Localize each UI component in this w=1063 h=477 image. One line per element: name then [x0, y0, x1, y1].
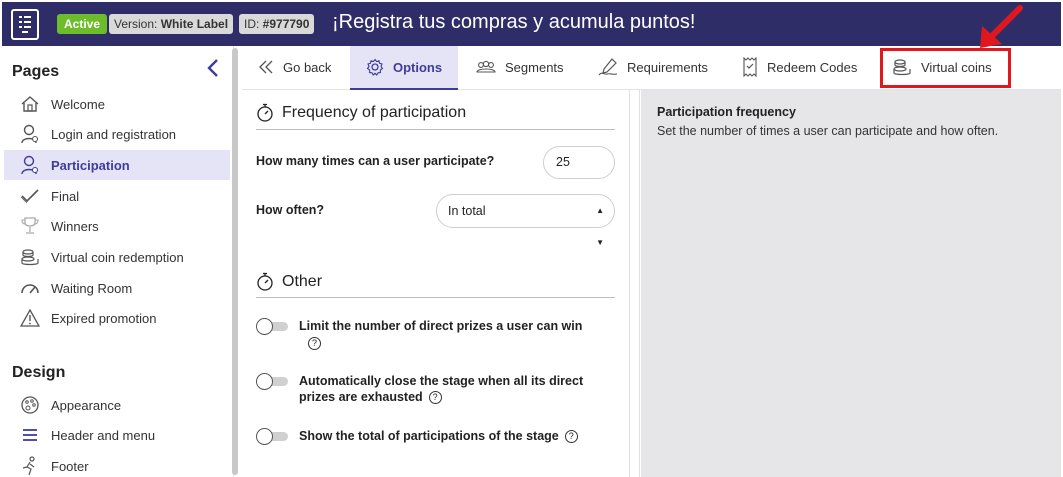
- sidebar-item-label: Winners: [51, 218, 99, 234]
- sidebar-item-login[interactable]: Login and registration: [4, 119, 230, 149]
- checkmark-icon: [20, 186, 40, 206]
- sidebar-item-participation[interactable]: Participation: [4, 150, 230, 180]
- sidebar-item-final[interactable]: Final: [4, 181, 230, 211]
- form-doc-icon[interactable]: [11, 9, 39, 40]
- sidebar-item-welcome[interactable]: Welcome: [4, 89, 230, 119]
- sidebar-item-label: Virtual coin redemption: [51, 249, 184, 265]
- toggle-row-auto-close: Automatically close the stage when all i…: [256, 373, 616, 409]
- user-check-icon: [20, 155, 40, 175]
- sidebar-item-label: Final: [51, 188, 80, 204]
- coins-icon: [20, 247, 40, 267]
- palette-icon: [20, 395, 40, 415]
- home-icon: [20, 94, 40, 114]
- menu-icon: [20, 425, 40, 445]
- sidebar: Pages Welcome Login and registration Par…: [2, 46, 234, 477]
- how-often-label: How often?: [256, 203, 325, 217]
- help-icon[interactable]: ?: [308, 337, 321, 351]
- form-panel: Frequency of participation How many time…: [242, 90, 629, 477]
- sidebar-item-label: Header and menu: [51, 427, 156, 443]
- sidebar-scrollbar[interactable]: [232, 48, 238, 475]
- help-panel: Participation frequency Set the number o…: [641, 90, 1061, 477]
- tab-label: Options: [393, 59, 443, 75]
- sidebar-item-footer[interactable]: Footer: [4, 451, 230, 477]
- chevron-left-icon: [207, 59, 218, 77]
- toggle-row-limit-prizes: Limit the number of direct prizes a user…: [256, 318, 616, 354]
- sidebar-item-label: Waiting Room: [51, 280, 133, 296]
- frequency-section-title: Frequency of participation: [256, 103, 466, 123]
- section-title-text: Other: [282, 273, 323, 290]
- footer-icon: [20, 456, 40, 476]
- sidebar-item-expired-promotion[interactable]: Expired promotion: [4, 303, 230, 333]
- tab-label: Segments: [505, 59, 564, 75]
- gear-icon: [366, 58, 384, 76]
- divider: [256, 297, 615, 298]
- receipt-icon: [742, 57, 758, 77]
- sidebar-item-winners[interactable]: Winners: [4, 211, 230, 241]
- times-label: How many times can a user participate?: [256, 154, 495, 168]
- tab-label: Go back: [283, 59, 332, 75]
- toggle-row-show-total: Show the total of participations of the …: [256, 428, 616, 448]
- sidebar-item-label: Welcome: [51, 96, 105, 112]
- divider: [256, 129, 615, 130]
- form-scrollbar[interactable]: [629, 90, 640, 477]
- other-section-title: Other: [256, 272, 322, 292]
- status-badge: Active: [57, 14, 108, 34]
- toggle-label: Limit the number of direct prizes a user…: [299, 319, 583, 333]
- trophy-icon: [20, 216, 40, 236]
- id-badge: ID: #977790: [239, 14, 315, 34]
- version-value: White Label: [160, 17, 229, 31]
- id-value: #977790: [262, 17, 310, 31]
- how-often-value: In total: [448, 204, 486, 218]
- sidebar-item-appearance[interactable]: Appearance: [4, 390, 230, 420]
- sidebar-item-virtual-coin-redemption[interactable]: Virtual coin redemption: [4, 242, 230, 272]
- sidebar-item-label: Appearance: [51, 397, 122, 413]
- promotion-title: ¡Registra tus compras y acumula puntos!: [332, 11, 696, 33]
- limit-prizes-toggle[interactable]: [256, 318, 290, 335]
- signature-icon: [598, 58, 618, 76]
- section-title-text: Frequency of participation: [282, 104, 467, 121]
- sidebar-item-label: Expired promotion: [51, 310, 157, 326]
- stopwatch-icon: [256, 103, 274, 123]
- version-badge: Version: White Label: [109, 14, 234, 34]
- virtual-coins-highlight: [880, 48, 1011, 88]
- toggle-label: Show the total of participations of the …: [299, 429, 559, 443]
- pages-heading: Pages: [12, 63, 60, 80]
- help-description: Set the number of times a user can parti…: [657, 124, 999, 138]
- double-chevron-left-icon: [258, 60, 274, 74]
- collapse-sidebar-button[interactable]: [205, 58, 221, 78]
- how-often-select[interactable]: In total ▲ ▼: [436, 194, 615, 247]
- red-arrow-icon: [980, 5, 1023, 48]
- sidebar-item-waiting-room[interactable]: Waiting Room: [4, 273, 230, 303]
- auto-close-toggle[interactable]: [256, 373, 290, 390]
- sidebar-item-label: Login and registration: [51, 126, 177, 142]
- warning-icon: [20, 308, 40, 328]
- tab-label: Requirements: [627, 59, 708, 75]
- tab-go-back[interactable]: Go back: [258, 46, 331, 88]
- sidebar-item-header-and-menu[interactable]: Header and menu: [4, 420, 230, 450]
- gauge-icon: [20, 278, 40, 298]
- group-icon: [476, 60, 496, 74]
- times-input[interactable]: 25: [543, 146, 615, 179]
- sidebar-item-label: Footer: [51, 458, 89, 474]
- help-title: Participation frequency: [657, 105, 796, 119]
- tab-label: Redeem Codes: [767, 59, 858, 75]
- select-caret-icon: ▲ ▼: [596, 206, 604, 247]
- tab-options[interactable]: Options: [350, 46, 459, 90]
- show-total-toggle[interactable]: [256, 428, 290, 445]
- version-label: Version:: [114, 17, 161, 31]
- id-label: ID:: [244, 17, 263, 31]
- top-bar: Active Version: White Label ID: #977790 …: [2, 2, 1061, 46]
- stopwatch-icon: [256, 272, 274, 292]
- user-icon: [20, 124, 40, 144]
- design-heading: Design: [12, 364, 66, 381]
- tab-redeem-codes[interactable]: Redeem Codes: [742, 46, 857, 88]
- tab-requirements[interactable]: Requirements: [598, 46, 708, 88]
- tab-segments[interactable]: Segments: [476, 46, 564, 88]
- help-icon[interactable]: ?: [428, 391, 442, 405]
- help-icon[interactable]: ?: [564, 430, 578, 444]
- sidebar-item-label: Participation: [51, 157, 130, 173]
